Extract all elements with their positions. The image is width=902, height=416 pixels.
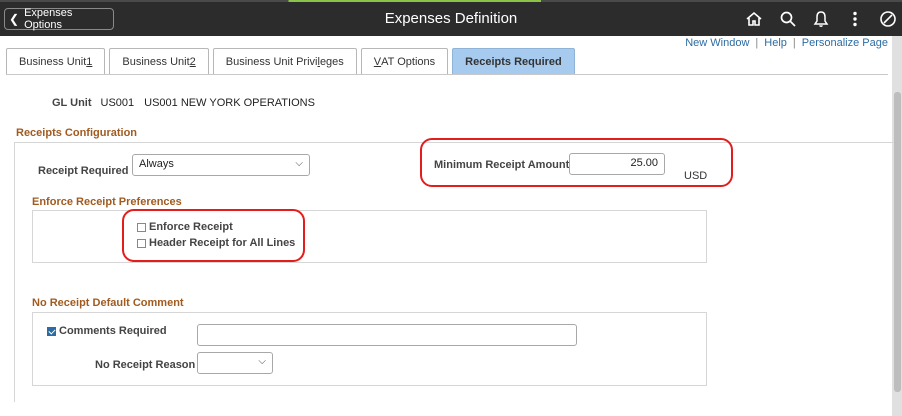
chevron-down-icon: ⌵: [295, 158, 303, 169]
chevron-down-icon: ⌵: [258, 356, 266, 367]
personalize-page-link[interactable]: Personalize Page: [802, 37, 888, 49]
comments-required-checkbox[interactable]: Comments Required: [47, 325, 167, 337]
no-receipt-reason-select[interactable]: ⌵: [197, 352, 273, 374]
tab-business-unit-privileges[interactable]: Business Unit Privi l eges: [212, 48, 357, 75]
no-receipt-default-comment-title: No Receipt Default Comment: [32, 297, 184, 309]
receipts-configuration-title: Receipts Configuration: [16, 127, 138, 139]
back-button[interactable]: ❮ Expenses Options: [4, 7, 114, 31]
gl-unit-code: US001: [100, 97, 135, 109]
link-separator: |: [792, 37, 796, 49]
highlight-minimum-amount: [420, 138, 733, 187]
receipt-required-value: Always: [139, 158, 174, 170]
page-links: New Window | Help | Personalize Page: [685, 37, 888, 49]
bell-icon[interactable]: [811, 9, 831, 29]
chevron-left-icon: ❮: [9, 12, 20, 26]
home-icon[interactable]: [744, 9, 764, 29]
more-vertical-icon[interactable]: [845, 9, 865, 29]
tab-business-unit-1[interactable]: Business Unit 1: [6, 48, 106, 75]
nav-circle-icon[interactable]: [878, 9, 898, 29]
tab-vat-options[interactable]: V AT Options: [360, 48, 449, 75]
no-receipt-reason-label: No Receipt Reason: [95, 359, 196, 371]
link-separator: |: [755, 37, 759, 49]
header-accent-bar: [0, 0, 902, 2]
receipt-required-select[interactable]: Always ⌵: [132, 154, 310, 176]
comments-input[interactable]: [197, 324, 577, 346]
comments-required-label: Comments Required: [59, 325, 167, 337]
gl-unit-description: US001 NEW YORK OPERATIONS: [144, 97, 315, 109]
tab-business-unit-2[interactable]: Business Unit 2: [109, 48, 209, 75]
tab-bar: Business Unit 1 Business Unit 2 Business…: [6, 48, 579, 75]
enforce-receipt-preferences-title: Enforce Receipt Preferences: [32, 196, 182, 208]
app-header: ❮ Expenses Options Expenses Definition: [0, 0, 902, 36]
tab-divider: [6, 74, 888, 75]
back-button-label: Expenses Options: [24, 7, 73, 31]
scrollbar-thumb[interactable]: [894, 92, 901, 392]
page-title: Expenses Definition: [384, 10, 518, 27]
checkbox-checked-icon: [47, 326, 56, 336]
gl-unit-label: GL Unit: [52, 97, 92, 109]
highlight-enforce-checkboxes: [122, 209, 305, 262]
help-link[interactable]: Help: [764, 37, 787, 49]
new-window-link[interactable]: New Window: [685, 37, 749, 49]
tab-receipts-required[interactable]: Receipts Required: [452, 48, 575, 75]
gl-unit-row: GL Unit US001 US001 NEW YORK OPERATIONS: [52, 97, 325, 109]
receipt-required-label: Receipt Required: [38, 165, 129, 177]
search-icon[interactable]: [778, 9, 798, 29]
